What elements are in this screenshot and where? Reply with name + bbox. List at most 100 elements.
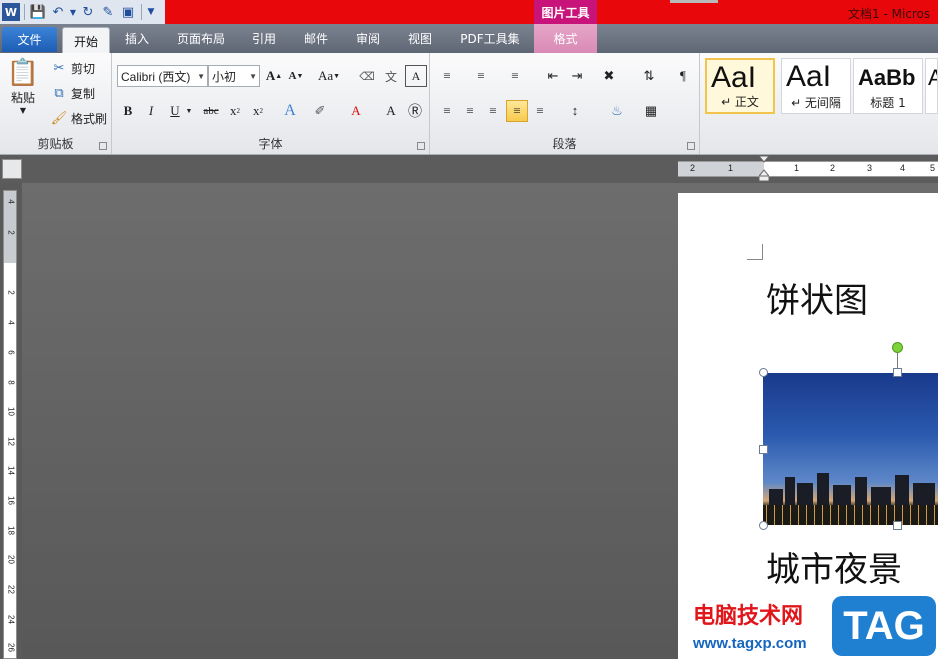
align-center-icon[interactable]: ≡ — [459, 100, 481, 122]
styles-gallery: AaI ↵ 正文 AaI ↵ 无间隔 AaBb 标题 1 A — [705, 58, 938, 118]
superscript-icon[interactable]: x2 — [247, 100, 269, 122]
tab-selector-button[interactable] — [2, 159, 22, 179]
show-marks-icon[interactable]: ¶ — [672, 65, 694, 87]
bullets-icon[interactable]: ≡ — [436, 65, 458, 87]
undo-dropdown-icon[interactable]: ▼ — [69, 3, 77, 21]
tab-file[interactable]: 文件 — [2, 27, 57, 52]
character-border-icon[interactable]: A — [405, 65, 427, 87]
font-group-label: 字体 — [258, 137, 283, 151]
increase-indent-icon[interactable]: ⇥ — [566, 65, 588, 87]
rotate-handle[interactable] — [892, 342, 903, 353]
ruler-number: 4 — [900, 163, 906, 173]
paste-icon: 📋 — [6, 58, 40, 88]
ruler-number: 16 — [6, 496, 16, 505]
phonetic-guide-icon[interactable]: 文 — [380, 65, 402, 87]
tab-format[interactable]: 格式 — [534, 24, 597, 53]
undo-icon[interactable]: ↶ — [49, 3, 67, 21]
format-painter-button[interactable]: 🖌 格式刷 — [50, 109, 107, 127]
highlight-icon[interactable]: ✐ — [309, 100, 331, 122]
resize-handle-left[interactable] — [759, 445, 768, 454]
chinese-layout-icon[interactable]: ✖ — [598, 65, 620, 87]
shrink-font-icon[interactable]: A ▼ — [285, 65, 307, 87]
save-icon[interactable]: 💾 — [29, 3, 47, 21]
strikethrough-icon[interactable]: abc — [200, 100, 222, 122]
justify-icon[interactable]: ≡ — [506, 100, 528, 122]
copy-button[interactable]: ⧉ 复制 — [50, 84, 95, 102]
align-right-icon[interactable]: ≡ — [482, 100, 504, 122]
chevron-down-icon: ▼ — [249, 71, 257, 81]
tab-references[interactable]: 引用 — [244, 24, 284, 53]
tab-home[interactable]: 开始 — [62, 27, 110, 54]
style-normal[interactable]: AaI ↵ 正文 — [705, 58, 775, 114]
character-shading-icon[interactable]: A — [380, 100, 402, 122]
style-heading-1[interactable]: AaBb 标题 1 — [853, 58, 923, 114]
tab-pdf-tools[interactable]: PDF工具集 — [452, 24, 528, 53]
text-effects-icon[interactable]: A — [279, 100, 301, 122]
style-no-spacing[interactable]: AaI ↵ 无间隔 — [781, 58, 851, 114]
indent-marker-icon[interactable] — [759, 156, 769, 182]
numbering-icon[interactable]: ≡ — [470, 65, 492, 87]
distributed-icon[interactable]: ≡ — [529, 100, 551, 122]
horizontal-ruler[interactable]: 2 1 1 2 3 4 5 — [678, 156, 938, 182]
ruler-number: 2 — [6, 230, 16, 235]
decrease-indent-icon[interactable]: ⇤ — [542, 65, 564, 87]
chevron-down-icon: ▼ — [333, 72, 341, 80]
tab-page-layout[interactable]: 页面布局 — [168, 24, 234, 53]
clipboard-group: 📋 粘贴 ▼ ✂ 剪切 ⧉ 复制 🖌 格式刷 剪贴板 — [0, 53, 112, 154]
repeat-icon[interactable]: ↻ — [79, 3, 97, 21]
italic-icon[interactable]: I — [140, 100, 162, 122]
customize-qat-icon[interactable]: ▼ — [146, 3, 156, 21]
borders-icon[interactable]: ▦ — [640, 100, 662, 122]
edit-icon[interactable]: ✎ — [99, 3, 117, 21]
paste-label: 粘贴 — [10, 91, 35, 105]
font-name-combo[interactable]: Calibri (西文) ▼ — [117, 65, 208, 87]
picture-caption[interactable]: 城市夜景 — [766, 542, 902, 591]
tab-view[interactable]: 视图 — [400, 24, 440, 53]
shading-icon[interactable]: ♨ — [606, 100, 628, 122]
underline-icon[interactable]: U — [164, 100, 186, 122]
subscript-icon[interactable]: x2 — [224, 100, 246, 122]
clear-formatting-icon[interactable]: ⌫ — [356, 65, 378, 87]
picture-tools-title: 图片工具 — [534, 0, 597, 24]
font-color-icon[interactable]: A — [345, 100, 367, 122]
font-launcher-icon[interactable] — [417, 142, 425, 150]
resize-handle-top-left[interactable] — [759, 368, 768, 377]
word-app-icon[interactable]: W — [2, 3, 20, 21]
multilevel-list-icon[interactable]: ≡ — [504, 65, 526, 87]
clipboard-launcher-icon[interactable] — [99, 142, 107, 150]
resize-handle-bottom-left[interactable] — [759, 521, 768, 530]
change-case-button[interactable]: Aa ▼ — [314, 65, 344, 87]
style-heading-2[interactable]: A — [925, 58, 938, 114]
enclose-characters-icon[interactable]: Ⓡ — [404, 100, 426, 122]
ruler-number: 6 — [6, 350, 16, 355]
font-size-combo[interactable]: 小初 ▼ — [208, 65, 260, 87]
qat-separator — [141, 4, 142, 20]
line-spacing-icon[interactable]: ↕ — [564, 100, 586, 122]
vertical-ruler[interactable]: 4 2 2 4 6 8 10 12 14 16 18 20 22 24 26 — [3, 190, 17, 659]
clipboard-group-label: 剪贴板 — [37, 137, 74, 151]
building-shape — [833, 485, 851, 507]
ruler-number: 4 — [6, 320, 16, 325]
ruler-number: 3 — [867, 163, 873, 173]
picture-icon[interactable]: ▣ — [119, 3, 137, 21]
resize-handle-top[interactable] — [893, 368, 902, 377]
resize-handle-bottom[interactable] — [893, 521, 902, 530]
style-sample: AaI — [786, 60, 832, 93]
document-heading[interactable]: 饼状图 — [766, 273, 868, 322]
underline-dropdown-icon[interactable]: ▼ — [184, 100, 194, 122]
tab-review[interactable]: 审阅 — [348, 24, 388, 53]
paste-button[interactable]: 📋 粘贴 ▼ — [6, 57, 40, 115]
grow-font-icon[interactable]: A ▲ — [263, 65, 285, 87]
bold-icon[interactable]: B — [117, 100, 139, 122]
font-size-value: 小初 — [212, 69, 237, 84]
scissors-icon: ✂ — [53, 60, 65, 76]
align-left-icon[interactable]: ≡ — [436, 100, 458, 122]
cut-button[interactable]: ✂ 剪切 — [50, 59, 95, 77]
paintbrush-icon: 🖌 — [50, 110, 68, 126]
sort-icon[interactable]: ⇅ — [638, 65, 660, 87]
paragraph-launcher-icon[interactable] — [687, 142, 695, 150]
tab-mailings[interactable]: 邮件 — [296, 24, 336, 53]
city-night-picture[interactable] — [763, 373, 938, 525]
paragraph-group: ≡ ≡ ≡ ⇤ ⇥ ✖ ⇅ ¶ ≡ ≡ ≡ ≡ ≡ ↕ ♨ ▦ 段落 — [430, 53, 700, 154]
tab-insert[interactable]: 插入 — [118, 24, 156, 53]
